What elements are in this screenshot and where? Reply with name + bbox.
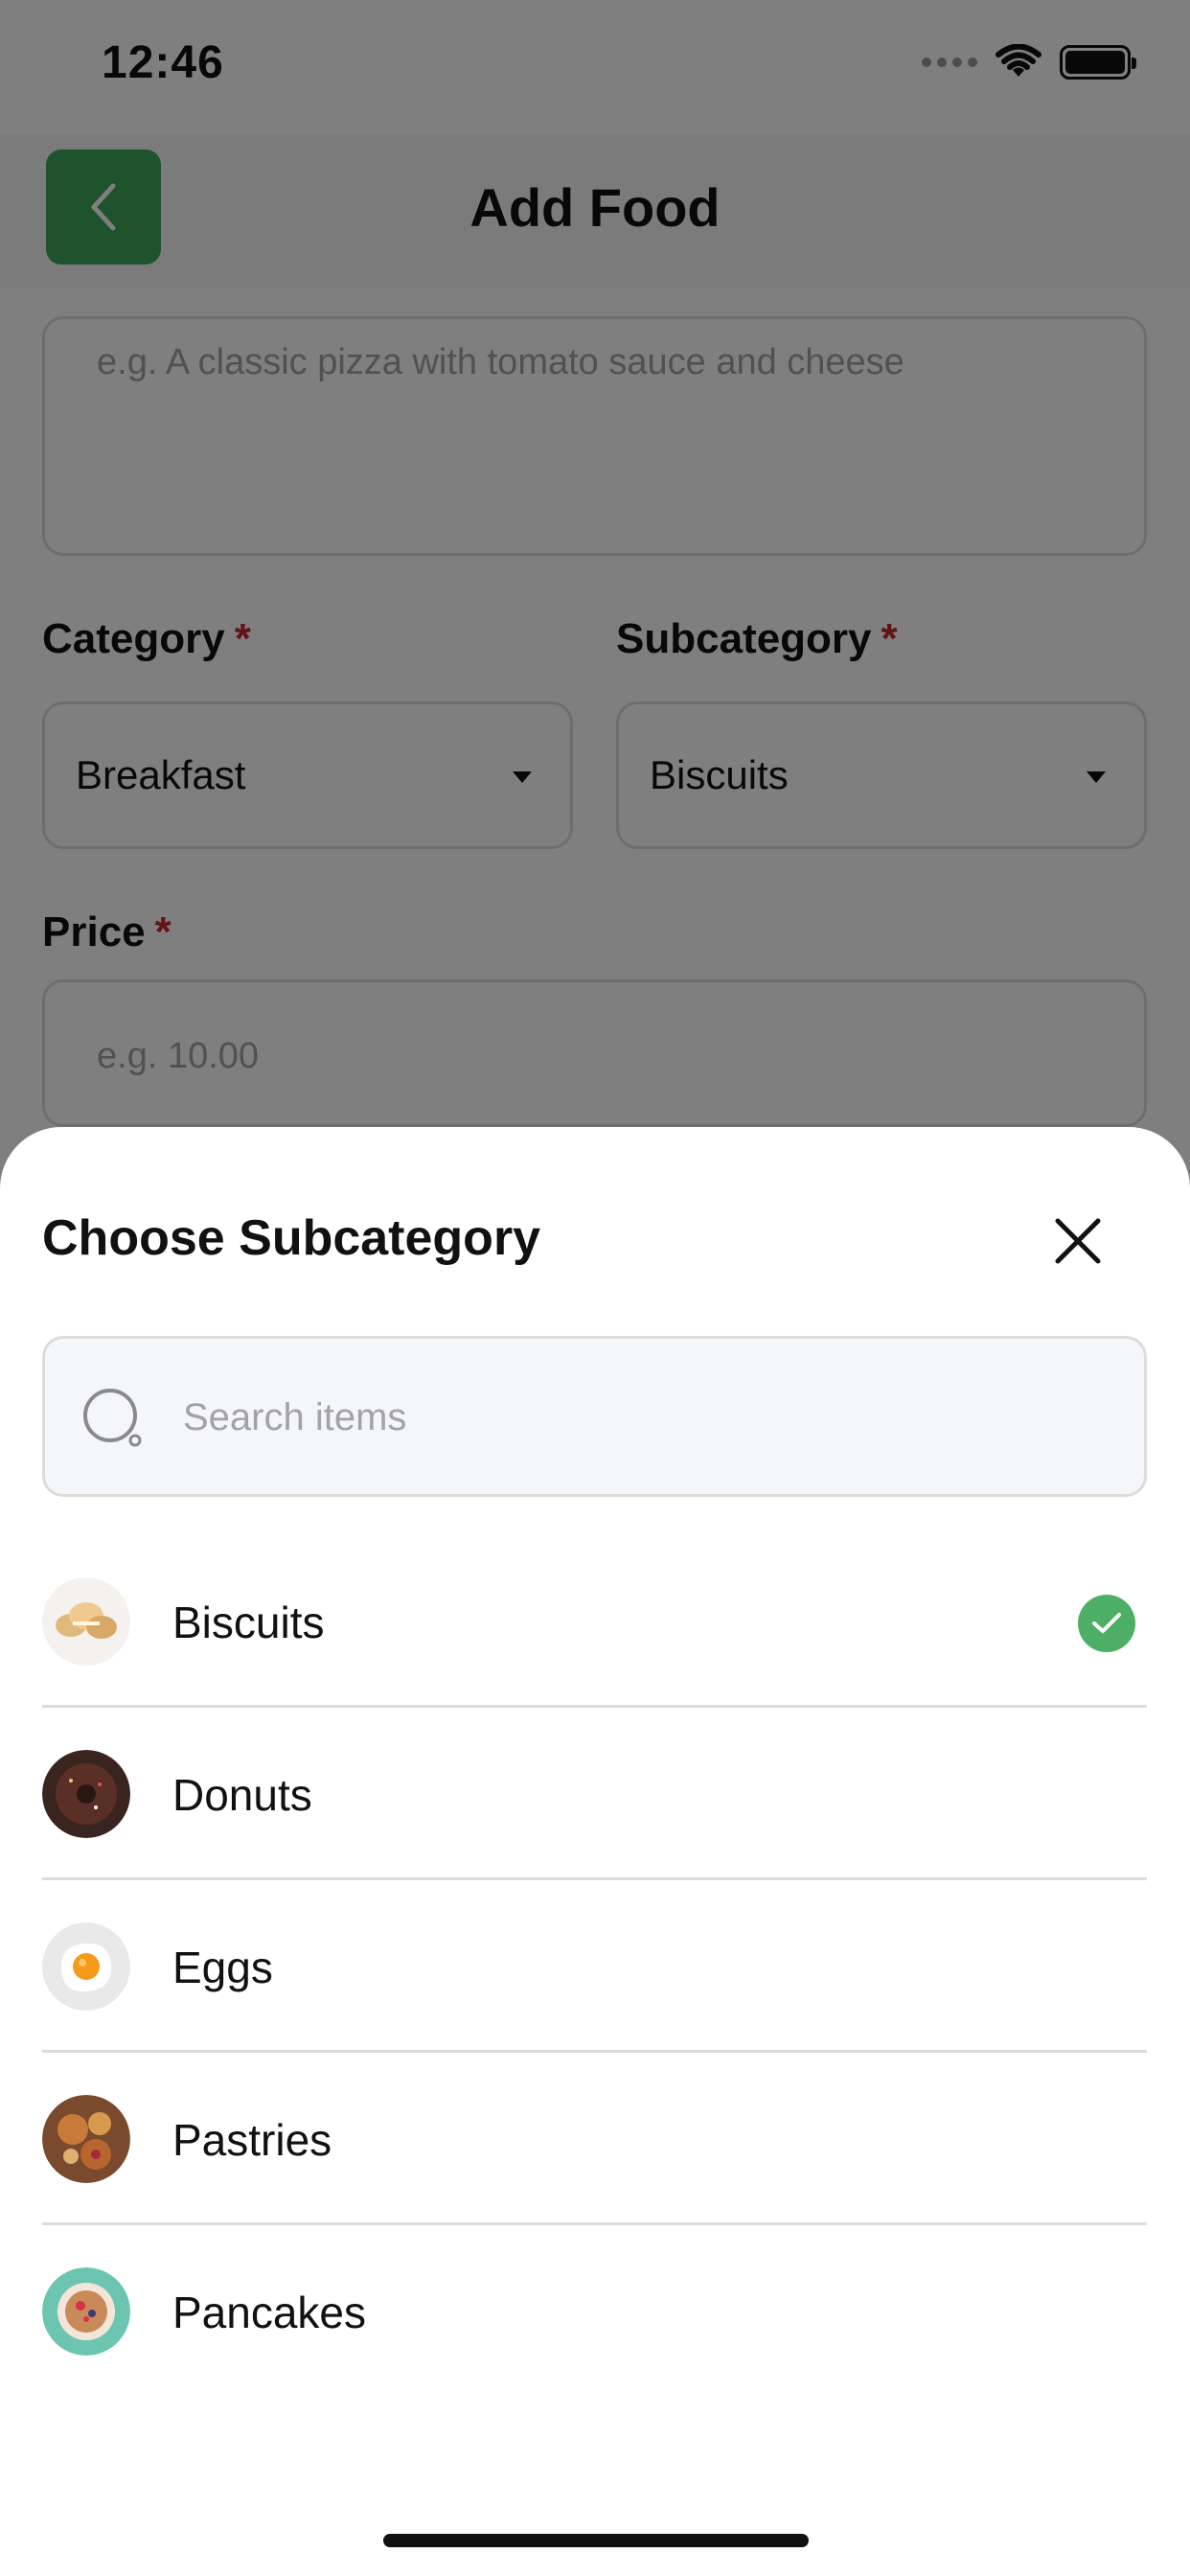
search-placeholder: Search items	[183, 1396, 407, 1438]
close-button[interactable]	[1044, 1208, 1111, 1275]
pancakes-thumbnail	[42, 2267, 130, 2356]
list-item-label: Eggs	[172, 1943, 273, 1992]
selected-check-icon	[1078, 1595, 1135, 1652]
home-indicator	[383, 2534, 809, 2547]
list-item-label: Biscuits	[172, 1598, 325, 1647]
search-icon	[83, 1389, 142, 1447]
search-input[interactable]: Search items	[42, 1336, 1147, 1497]
list-item-biscuits[interactable]: Biscuits	[42, 1535, 1147, 1708]
eggs-thumbnail	[42, 1922, 130, 2011]
list-item-label: Pastries	[172, 2115, 332, 2165]
list-item-label: Pancakes	[172, 2288, 367, 2337]
list-item-eggs[interactable]: Eggs	[42, 1880, 1147, 2053]
close-icon	[1055, 1218, 1101, 1264]
biscuits-thumbnail	[42, 1577, 130, 1666]
subcategory-list: Biscuits Donuts Eggs Pastries Pancakes	[42, 1535, 1147, 2398]
sheet-title: Choose Subcategory	[42, 1210, 541, 1266]
list-item-donuts[interactable]: Donuts	[42, 1708, 1147, 1880]
donuts-thumbnail	[42, 1750, 130, 1838]
pastries-thumbnail	[42, 2095, 130, 2183]
list-item-pancakes[interactable]: Pancakes	[42, 2225, 1147, 2398]
list-item-label: Donuts	[172, 1770, 312, 1820]
list-item-pastries[interactable]: Pastries	[42, 2053, 1147, 2225]
